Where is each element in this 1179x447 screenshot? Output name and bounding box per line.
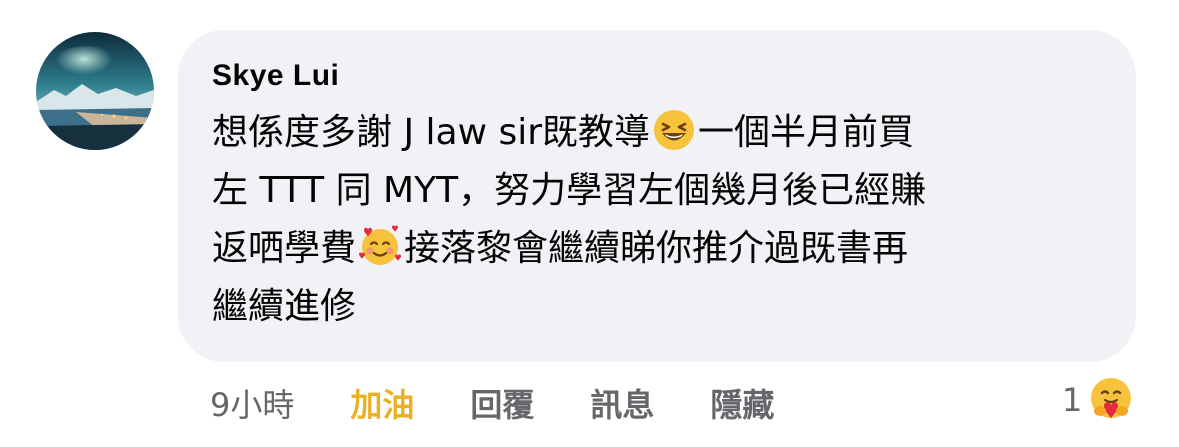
comment-text: 想係度多謝 J law sir既教導 一個半月前買 左 TTT 同 MYT，努力… xyxy=(212,104,1102,336)
comment-actions: 9小時 加油 回覆 訊息 隱藏 xyxy=(210,378,830,428)
comment-bubble: Skye Lui 想係度多謝 J law sir既教導 一個半月前買 左 TTT… xyxy=(178,30,1136,362)
comment-timestamp[interactable]: 9小時 xyxy=(210,380,294,426)
message-button[interactable]: 訊息 xyxy=(590,380,654,426)
avatar[interactable] xyxy=(36,32,154,150)
comment-line: 返哂學費 接落黎會繼續睇你推介過既書再 xyxy=(212,220,1102,278)
comment-line: 繼續進修 xyxy=(212,286,357,327)
grinning-squinting-face-icon xyxy=(652,108,696,152)
smiling-face-with-hearts-icon xyxy=(358,224,402,268)
comment-line: 左 TTT 同 MYT，努力學習左個幾月後已經賺 xyxy=(212,170,927,211)
comment-view: Skye Lui 想係度多謝 J law sir既教導 一個半月前買 左 TTT… xyxy=(0,0,1179,447)
comment-line-text: 接落黎會繼續睇你推介過既書再 xyxy=(404,228,909,269)
comment-line-text: 想係度多謝 J law sir既教導 xyxy=(212,112,651,153)
like-button[interactable]: 加油 xyxy=(350,380,414,426)
comment-author-name[interactable]: Skye Lui xyxy=(212,58,1106,94)
reaction-summary[interactable]: 1 xyxy=(1062,374,1138,426)
reaction-count: 1 xyxy=(1062,381,1083,419)
comment-line-text: 返哂學費 xyxy=(212,228,357,269)
care-hug-reaction-icon xyxy=(1084,373,1138,427)
comment-line: 想係度多謝 J law sir既教導 一個半月前買 xyxy=(212,104,1102,162)
avatar-aurora-landscape-image xyxy=(36,32,154,150)
reply-button[interactable]: 回覆 xyxy=(470,380,534,426)
hide-button[interactable]: 隱藏 xyxy=(710,380,774,426)
comment-line-text: 一個半月前買 xyxy=(698,112,915,153)
